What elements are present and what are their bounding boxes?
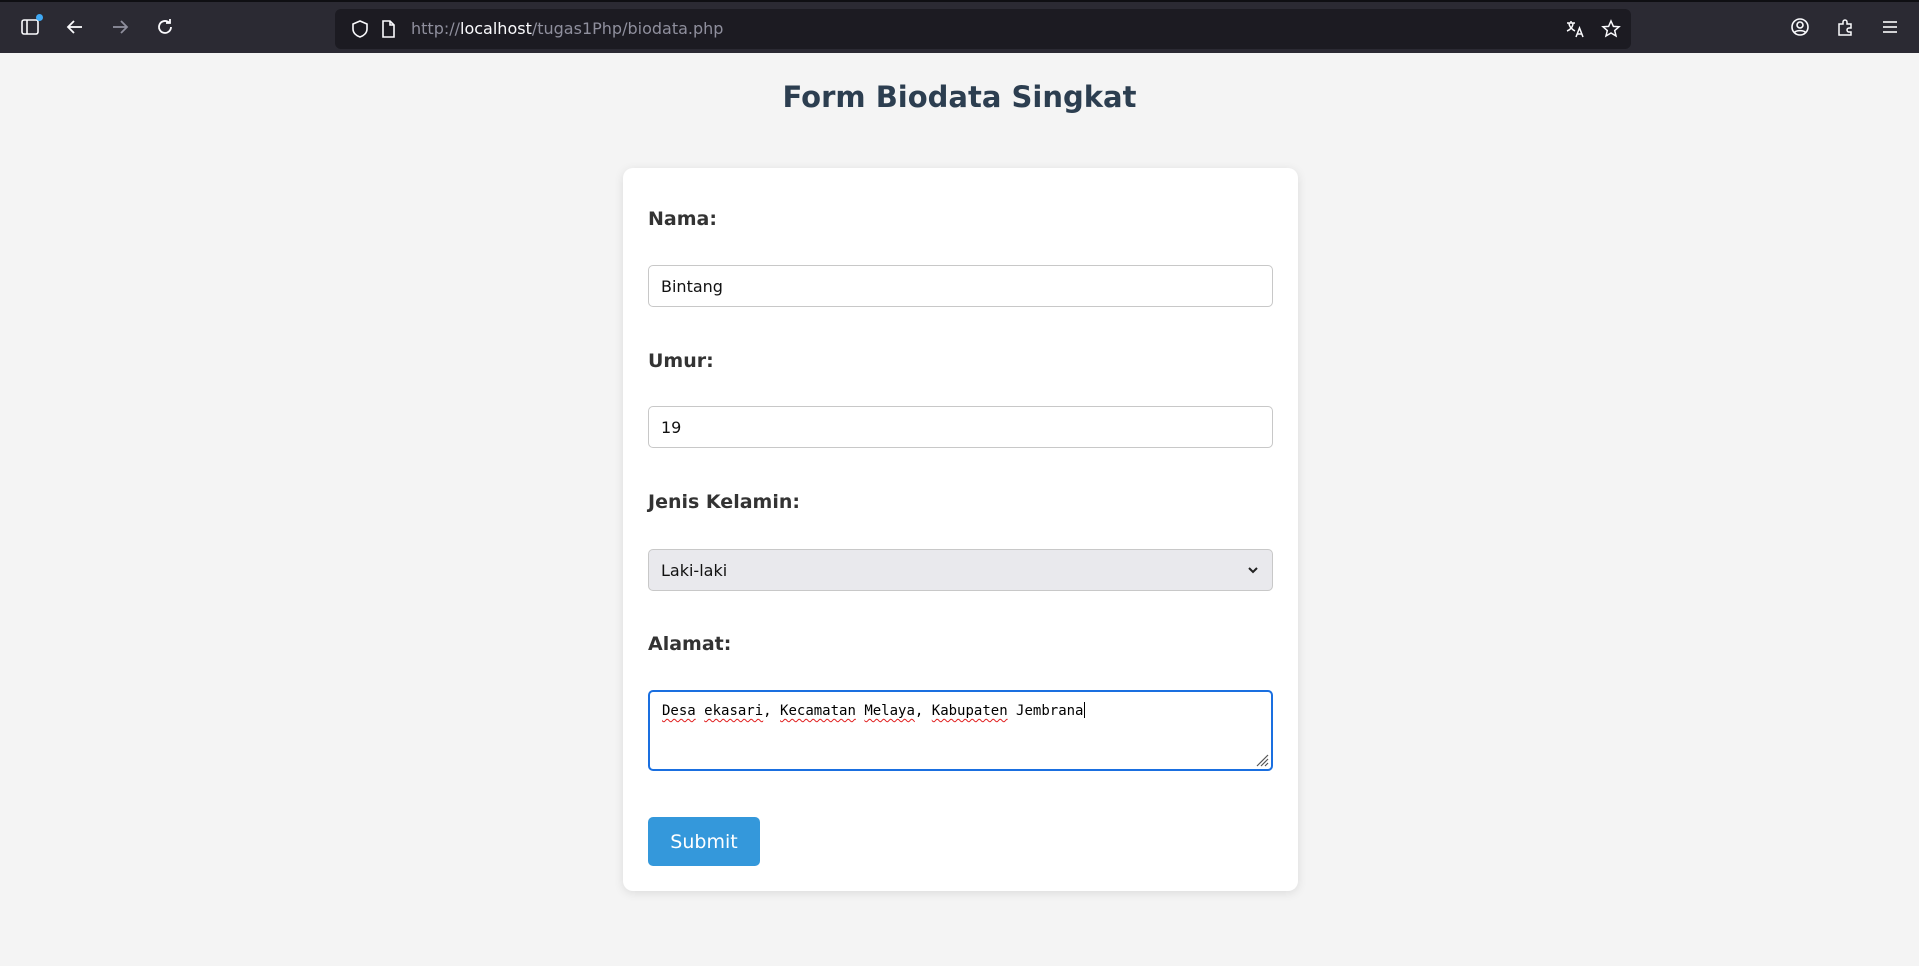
address-bar[interactable]: http://localhost/tugas1Php/biodata.php [335,9,1631,49]
alamat-word: Desa [662,703,696,719]
page-title: Form Biodata Singkat [782,80,1137,114]
alamat-word: Kabupaten [931,703,1008,719]
submit-button[interactable]: Submit [648,817,760,866]
notification-dot-icon [36,14,43,21]
umur-label: Umur: [648,350,714,372]
alamat-label: Alamat: [648,633,732,655]
reload-icon[interactable] [149,11,181,43]
alamat-text: , [763,703,781,719]
translate-icon[interactable] [1564,18,1586,40]
alamat-textarea[interactable]: Desa ekasari, Kecamatan Melaya, Kabupate… [648,690,1273,771]
alamat-word: Melaya [864,703,915,719]
menu-hamburger-icon[interactable] [1874,11,1906,43]
umur-input[interactable]: 19 [648,406,1273,448]
jenis-kelamin-select[interactable]: Laki-laki [648,549,1273,591]
chevron-down-icon [1248,567,1258,574]
url-prefix: http:// [411,19,461,38]
text-caret [1084,702,1086,718]
alamat-text [696,703,704,719]
account-icon[interactable] [1784,11,1816,43]
forward-arrow-icon[interactable] [104,11,136,43]
nama-label: Nama: [648,208,717,230]
alamat-word: Kecamatan [780,703,856,719]
url-text[interactable]: http://localhost/tugas1Php/biodata.php [411,19,723,38]
resize-grip-icon[interactable] [1253,751,1269,767]
alamat-text: Jembrana [1007,703,1084,719]
url-host: localhost [460,19,532,38]
url-path: /tugas1Php/biodata.php [531,19,724,38]
browser-toolbar: http://localhost/tugas1Php/biodata.php [0,0,1919,53]
nama-input[interactable]: Bintang [648,265,1273,307]
alamat-text: , [914,703,932,719]
extensions-icon[interactable] [1829,11,1861,43]
nama-value: Bintang [661,276,723,296]
jenis-kelamin-value: Laki-laki [661,560,728,580]
jenis-kelamin-label: Jenis Kelamin: [648,491,800,513]
bookmark-star-icon[interactable] [1600,18,1622,40]
alamat-word: ekasari [704,703,764,719]
shield-icon[interactable] [349,18,371,40]
back-arrow-icon[interactable] [59,11,91,43]
biodata-form: Nama: Bintang Umur: 19 Jenis Kelamin: La… [623,168,1298,891]
page-info-icon[interactable] [377,18,399,40]
umur-value: 19 [661,417,682,437]
